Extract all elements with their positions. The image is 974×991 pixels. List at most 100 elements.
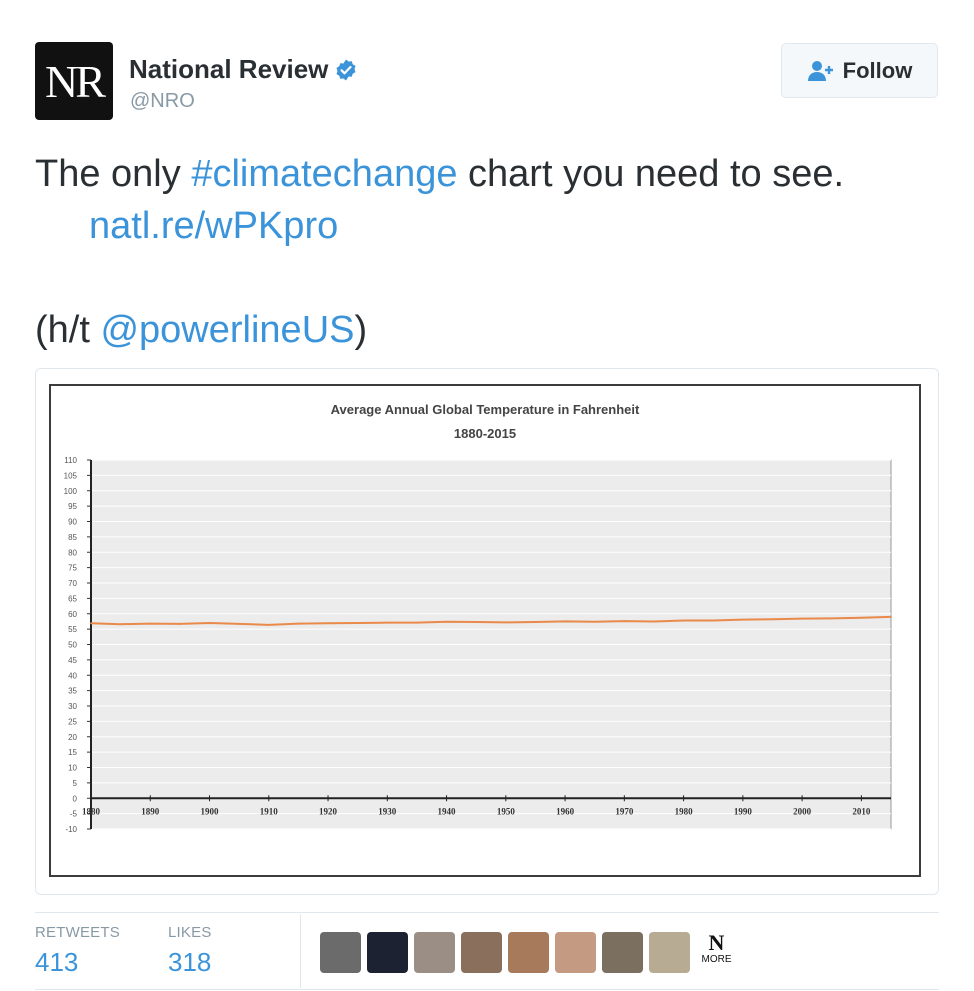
y-tick-label: 60 — [68, 610, 77, 619]
tweet-text-part: ) — [354, 309, 368, 351]
liker-avatar[interactable] — [649, 932, 690, 973]
x-tick-label: 1970 — [615, 806, 634, 816]
temperature-data-point — [475, 621, 478, 623]
temperature-data-point — [386, 621, 389, 624]
y-tick-label: 100 — [64, 487, 78, 496]
x-tick-label: 1880 — [82, 806, 101, 816]
liker-avatar[interactable] — [414, 932, 455, 973]
temperature-data-point — [890, 615, 892, 618]
author-name-text: National Review — [129, 54, 329, 84]
liker-avatar[interactable] — [602, 932, 643, 973]
tweet-url-link[interactable]: natl.re/wPKpro — [89, 205, 338, 247]
y-tick-label: 50 — [68, 641, 77, 650]
retweets-count: 413 — [35, 947, 79, 977]
temperature-data-point — [238, 622, 241, 625]
liker-avatar[interactable] — [508, 932, 549, 973]
mention-link[interactable]: @powerlineUS — [100, 309, 354, 351]
x-tick-label: 1900 — [201, 806, 220, 816]
temperature-data-point — [297, 622, 300, 625]
tweet-text-part: (h/t — [35, 309, 101, 351]
x-tick-label: 1960 — [556, 806, 575, 816]
media-card[interactable]: Average Annual Global Temperature in Fah… — [35, 368, 939, 895]
y-tick-label: 75 — [68, 564, 77, 573]
y-tick-label: 20 — [68, 733, 77, 742]
temperature-data-point — [741, 618, 744, 621]
tweet-text: The only #climatechange chart you need t… — [35, 148, 945, 356]
temperature-data-point — [267, 623, 270, 626]
liker-avatar[interactable] — [461, 932, 502, 973]
y-tick-label: 95 — [68, 502, 77, 511]
tweet-text-part: The only — [35, 153, 192, 195]
y-tick-label: 35 — [68, 687, 77, 696]
x-tick-label: 2010 — [852, 806, 871, 816]
x-tick-label: 1980 — [675, 806, 694, 816]
x-tick-label: 2000 — [793, 806, 812, 816]
y-tick-label: 30 — [68, 702, 77, 711]
x-tick-label: 1990 — [734, 806, 753, 816]
temperature-data-point — [327, 622, 329, 625]
likes-stat[interactable]: LIKES 318 — [168, 924, 212, 978]
temperature-data-point — [682, 619, 685, 622]
liker-avatar[interactable] — [555, 932, 596, 973]
y-tick-label: 85 — [68, 533, 77, 542]
temperature-data-point — [208, 622, 211, 624]
chart-subtitle: 1880-2015 — [454, 426, 516, 441]
x-tick-label: 1940 — [438, 806, 457, 816]
x-tick-label: 1910 — [260, 806, 279, 816]
temperature-data-point — [149, 622, 152, 625]
y-tick-label: 110 — [64, 456, 77, 465]
likes-label: LIKES — [168, 924, 212, 941]
divider — [35, 989, 939, 990]
y-tick-label: 15 — [68, 748, 77, 757]
divider — [300, 914, 301, 988]
y-tick-label: 40 — [68, 671, 77, 680]
chart-image: Average Annual Global Temperature in Fah… — [49, 384, 921, 877]
y-tick-label: -5 — [70, 810, 78, 819]
author-avatar[interactable]: NR — [35, 42, 113, 120]
temperature-data-point — [119, 623, 122, 626]
temperature-data-point — [801, 617, 804, 620]
temperature-data-point — [445, 620, 448, 623]
y-tick-label: 80 — [68, 548, 77, 557]
likes-count: 318 — [168, 947, 212, 977]
retweets-label: RETWEETS — [35, 924, 120, 941]
divider — [35, 912, 939, 913]
temperature-data-point — [178, 622, 181, 625]
hashtag-link[interactable]: #climatechange — [191, 153, 457, 195]
y-tick-label: 105 — [64, 471, 78, 480]
temperature-data-point — [504, 621, 507, 624]
temperature-data-point — [593, 620, 596, 623]
chart-title: Average Annual Global Temperature in Fah… — [331, 402, 640, 417]
follow-button[interactable]: Follow — [781, 43, 938, 98]
add-user-icon — [807, 60, 833, 81]
y-tick-label: 45 — [68, 656, 77, 665]
temperature-data-point — [356, 622, 359, 624]
liker-avatar[interactable] — [367, 932, 408, 973]
y-tick-label: 10 — [68, 764, 77, 773]
x-tick-label: 1930 — [378, 806, 397, 816]
liker-avatar[interactable]: N MORE — [696, 932, 737, 973]
verified-badge-icon — [336, 59, 356, 80]
y-tick-label: 70 — [68, 579, 77, 588]
liker-avatar[interactable] — [320, 932, 361, 973]
temperature-data-point — [534, 621, 537, 623]
temperature-data-point — [623, 620, 626, 623]
liker-badge-text: N — [708, 930, 725, 955]
temperature-data-point — [416, 621, 418, 624]
y-tick-label: 0 — [73, 794, 78, 803]
tweet-text-part: chart you need to see. — [457, 153, 845, 195]
temperature-data-point — [653, 620, 655, 623]
temperature-data-point — [712, 619, 715, 622]
follow-button-label: Follow — [842, 57, 913, 83]
temperature-line-chart: Average Annual Global Temperature in Fah… — [64, 402, 892, 834]
y-tick-label: 65 — [68, 594, 77, 603]
x-tick-label: 1890 — [141, 806, 160, 816]
author-handle[interactable]: @NRO — [130, 90, 195, 113]
y-tick-label: 5 — [73, 779, 78, 788]
y-tick-label: 55 — [68, 625, 77, 634]
x-tick-label: 1920 — [319, 806, 338, 816]
liker-avatars: N MORE — [320, 932, 737, 973]
author-name[interactable]: National Review — [129, 54, 358, 85]
temperature-data-point — [860, 616, 863, 619]
retweets-stat[interactable]: RETWEETS 413 — [35, 924, 120, 978]
